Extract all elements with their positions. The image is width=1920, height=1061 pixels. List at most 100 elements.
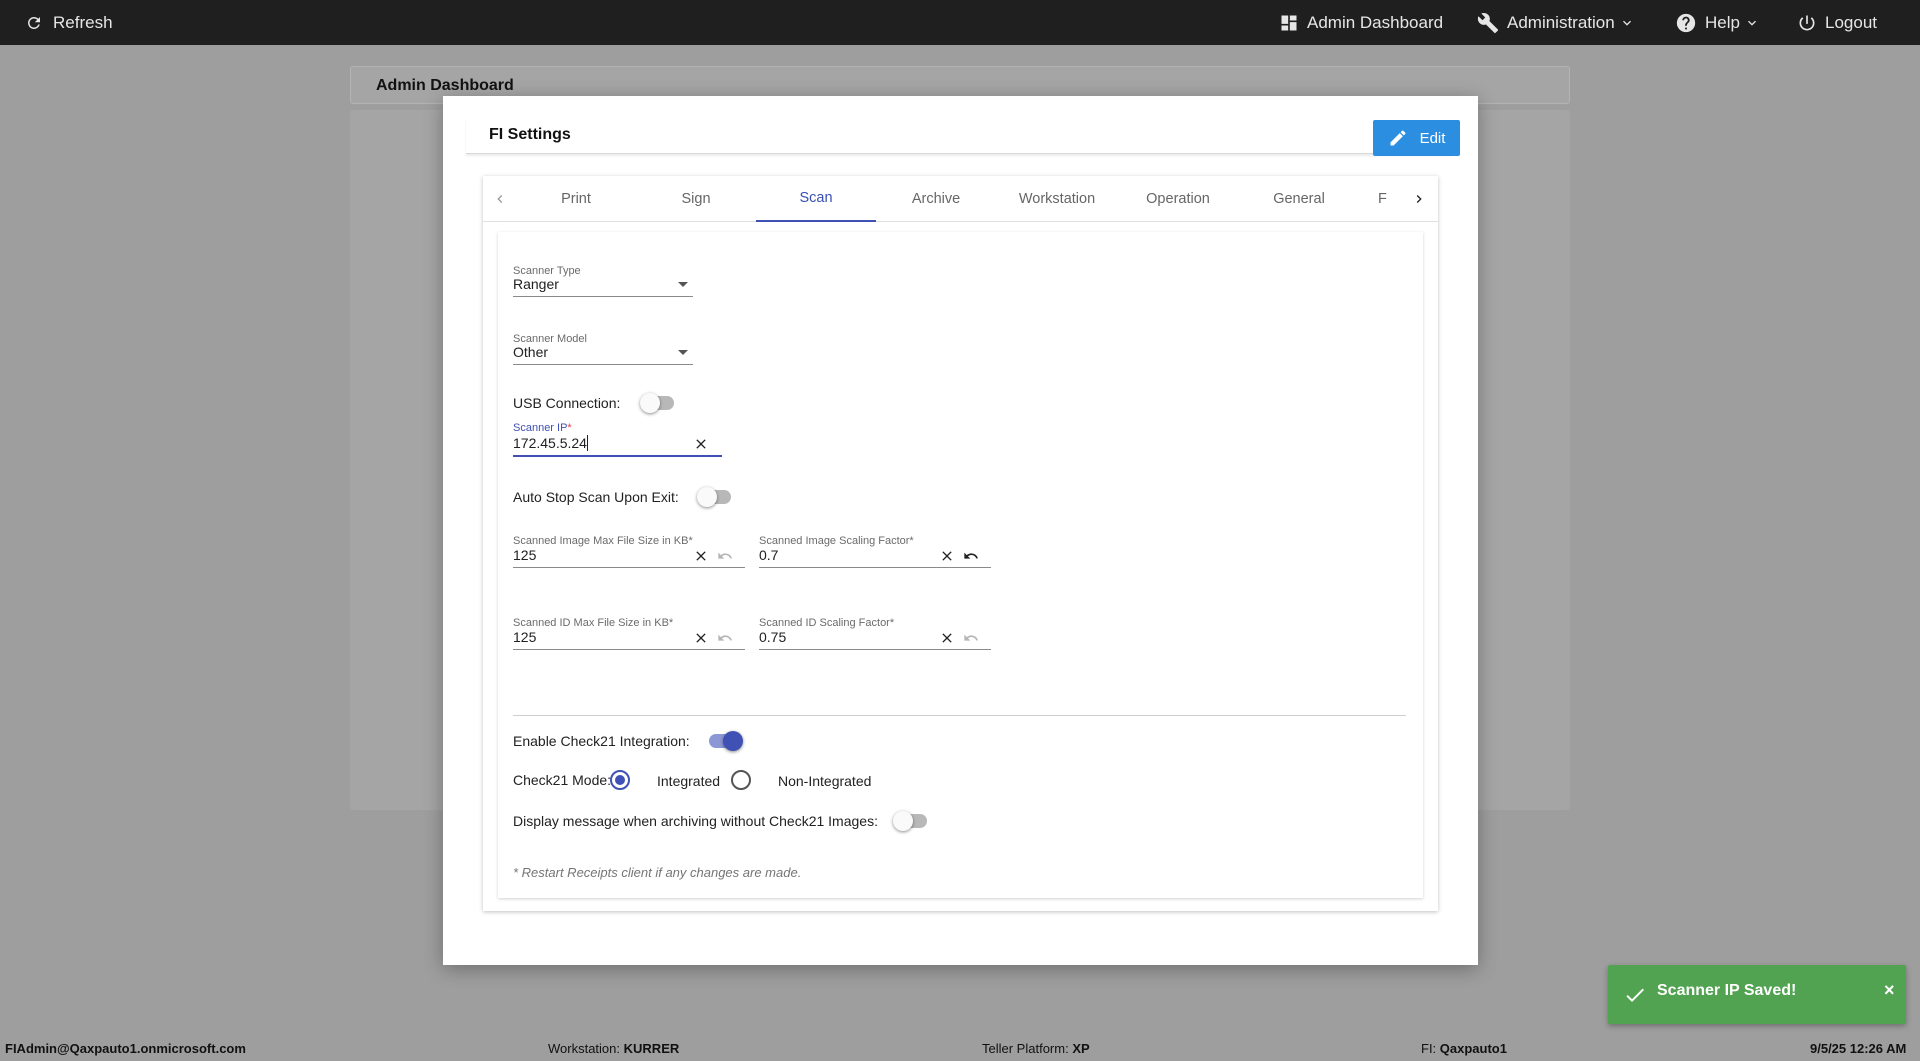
undo-icon bbox=[964, 634, 978, 641]
chevron-right-icon bbox=[1416, 195, 1422, 203]
radio-integrated[interactable] bbox=[610, 770, 630, 790]
tab-workstation[interactable]: Workstation bbox=[997, 176, 1117, 222]
scanner-ip-value: 172.45.5.24 bbox=[513, 435, 587, 451]
footer-platform: Teller Platform: XP bbox=[982, 1041, 1090, 1056]
auto-stop-toggle[interactable] bbox=[697, 487, 733, 507]
section-divider bbox=[513, 715, 1406, 716]
scanner-ip-input[interactable]: 172.45.5.24 bbox=[513, 435, 722, 457]
radio-integrated-label[interactable]: Integrated bbox=[657, 773, 720, 789]
undo-icon bbox=[718, 634, 732, 641]
scanner-ip-label: Scanner IP* bbox=[513, 422, 572, 434]
footer-workstation: Workstation: KURRER bbox=[548, 1041, 680, 1056]
help-label: Help bbox=[1705, 12, 1740, 32]
dropdown-arrow-icon bbox=[678, 350, 688, 355]
success-toast: Scanner IP Saved! × bbox=[1608, 965, 1906, 1024]
undo-image-max-size-button[interactable] bbox=[716, 547, 734, 565]
radio-non-integrated[interactable] bbox=[731, 770, 751, 790]
id-scaling-label: Scanned ID Scaling Factor* bbox=[759, 617, 895, 629]
tab-scroll-left[interactable] bbox=[490, 188, 510, 210]
dropdown-arrow-icon bbox=[678, 282, 688, 287]
administration-menu[interactable]: Administration bbox=[1477, 0, 1635, 45]
image-scaling-underline bbox=[759, 567, 991, 568]
power-icon bbox=[1799, 15, 1815, 30]
id-max-size-underline bbox=[513, 649, 745, 650]
edit-button[interactable]: Edit bbox=[1373, 120, 1460, 156]
clear-scanner-ip-button[interactable] bbox=[692, 435, 710, 453]
dialog-title: FI Settings bbox=[489, 126, 571, 143]
help-menu[interactable]: Help bbox=[1675, 0, 1760, 45]
status-footer: FIAdmin@Qaxpauto1.onmicrosoft.com Workst… bbox=[0, 1035, 1920, 1061]
id-max-size-value: 125 bbox=[513, 629, 537, 645]
usb-connection-toggle[interactable] bbox=[640, 393, 676, 413]
tab-print[interactable]: Print bbox=[516, 176, 636, 222]
image-scaling-input[interactable]: 0.7 bbox=[759, 547, 991, 569]
display-message-label: Display message when archiving without C… bbox=[513, 813, 878, 829]
id-max-size-input[interactable]: 125 bbox=[513, 629, 745, 651]
footer-datetime: 9/5/25 12:26 AM bbox=[1810, 1041, 1907, 1056]
close-icon bbox=[696, 551, 706, 561]
dialog-header: FI Settings bbox=[466, 118, 1453, 154]
help-icon bbox=[1676, 13, 1696, 32]
check-icon bbox=[1626, 988, 1644, 1002]
clear-image-scaling-button[interactable] bbox=[938, 547, 956, 565]
check21-enable-label: Enable Check21 Integration: bbox=[513, 733, 690, 749]
chevron-down-icon bbox=[1747, 20, 1756, 26]
tab-scan[interactable]: Scan bbox=[756, 176, 876, 222]
clear-image-max-size-button[interactable] bbox=[692, 547, 710, 565]
check21-mode-label: Check21 Mode: bbox=[513, 772, 612, 788]
fi-settings-dialog: FI Settings Edit Print Sign Scan Archive… bbox=[443, 96, 1478, 965]
undo-id-max-size-button[interactable] bbox=[716, 629, 734, 647]
auto-stop-label: Auto Stop Scan Upon Exit: bbox=[513, 489, 679, 505]
image-scaling-label: Scanned Image Scaling Factor* bbox=[759, 535, 914, 547]
restart-note: * Restart Receipts client if any changes… bbox=[513, 865, 802, 880]
refresh-label: Refresh bbox=[53, 12, 113, 32]
toast-message: Scanner IP Saved! bbox=[1657, 982, 1797, 999]
display-message-toggle[interactable] bbox=[893, 811, 929, 831]
tab-bar: Print Sign Scan Archive Workstation Oper… bbox=[483, 176, 1438, 222]
refresh-button[interactable]: Refresh bbox=[25, 0, 113, 45]
logout-button[interactable]: Logout bbox=[1797, 0, 1877, 45]
scanner-type-value: Ranger bbox=[513, 276, 559, 292]
dashboard-icon bbox=[1281, 15, 1297, 30]
admin-dashboard-label: Admin Dashboard bbox=[1307, 12, 1444, 32]
check21-enable-toggle[interactable] bbox=[707, 731, 743, 751]
tab-operation[interactable]: Operation bbox=[1118, 176, 1238, 222]
close-icon bbox=[696, 439, 706, 449]
top-navigation-bar: Refresh Admin Dashboard Administration H… bbox=[0, 0, 1920, 45]
image-scaling-value: 0.7 bbox=[759, 547, 779, 563]
refresh-icon bbox=[27, 16, 40, 29]
scanner-type-underline bbox=[513, 296, 693, 297]
tab-sign[interactable]: Sign bbox=[636, 176, 756, 222]
tab-scroll-right[interactable] bbox=[1409, 188, 1429, 210]
image-max-size-label: Scanned Image Max File Size in KB* bbox=[513, 535, 693, 547]
id-scaling-input[interactable]: 0.75 bbox=[759, 629, 991, 651]
close-icon bbox=[942, 633, 952, 643]
image-max-size-value: 125 bbox=[513, 547, 537, 563]
scanner-model-select[interactable]: Other bbox=[513, 344, 693, 366]
scanner-type-select[interactable]: Ranger bbox=[513, 276, 693, 298]
undo-icon bbox=[964, 552, 978, 559]
edit-label: Edit bbox=[1419, 129, 1446, 147]
toggle-thumb bbox=[697, 487, 717, 507]
admin-dashboard-link[interactable]: Admin Dashboard bbox=[1279, 0, 1443, 45]
radio-non-integrated-label[interactable]: Non-Integrated bbox=[778, 773, 871, 789]
tab-truncated[interactable]: F bbox=[1359, 176, 1403, 222]
pencil-icon bbox=[1390, 130, 1406, 146]
scanner-model-underline bbox=[513, 364, 693, 365]
footer-fi: FI: Qaxpauto1 bbox=[1421, 1041, 1507, 1056]
undo-id-scaling-button[interactable] bbox=[962, 629, 980, 647]
undo-image-scaling-button[interactable] bbox=[962, 547, 980, 565]
undo-icon bbox=[718, 552, 732, 559]
tab-archive[interactable]: Archive bbox=[876, 176, 996, 222]
tab-general[interactable]: General bbox=[1239, 176, 1359, 222]
scanner-model-value: Other bbox=[513, 344, 549, 360]
administration-label: Administration bbox=[1507, 12, 1615, 32]
toggle-thumb bbox=[640, 393, 660, 413]
clear-id-scaling-button[interactable] bbox=[938, 629, 956, 647]
clear-id-max-size-button[interactable] bbox=[692, 629, 710, 647]
chevron-down-icon bbox=[1622, 20, 1631, 26]
image-max-size-input[interactable]: 125 bbox=[513, 547, 745, 569]
toast-close-button[interactable]: × bbox=[1884, 980, 1895, 1001]
admin-dashboard-card-title: Admin Dashboard bbox=[376, 77, 514, 94]
image-max-size-underline bbox=[513, 567, 745, 568]
